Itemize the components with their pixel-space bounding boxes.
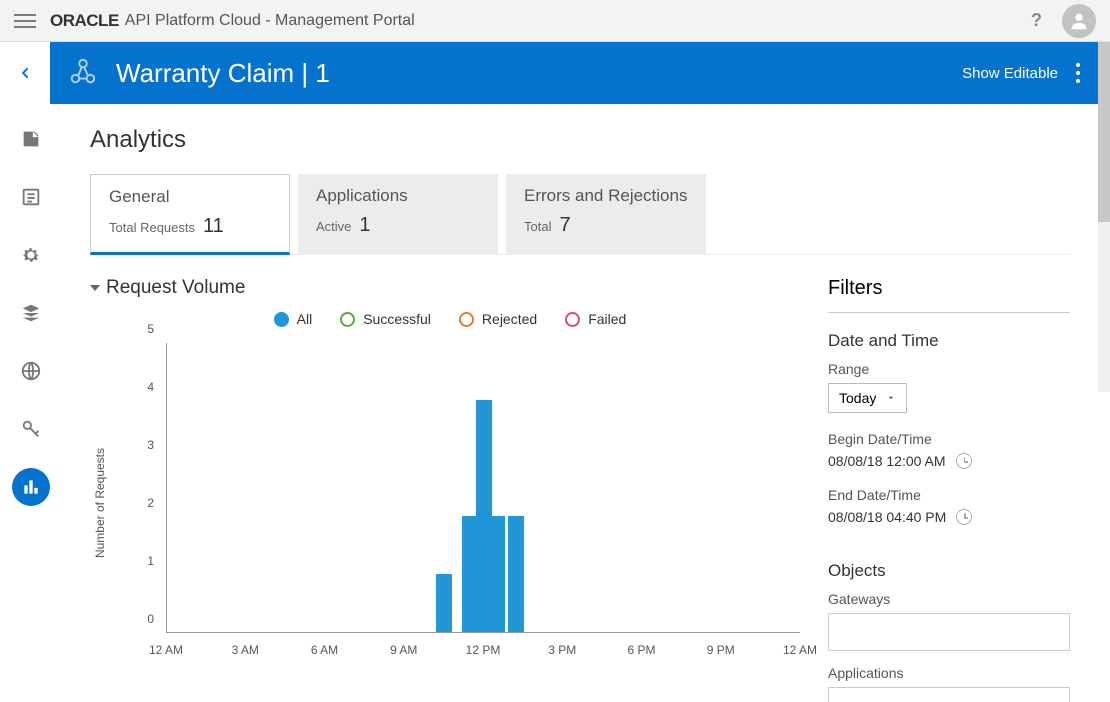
- tab-subtext: Active1: [316, 214, 480, 237]
- product-name: API Platform Cloud - Management Portal: [125, 12, 415, 30]
- x-tick: 9 AM: [390, 643, 417, 657]
- end-label: End Date/Time: [828, 487, 1070, 503]
- topbar: ORACLE API Platform Cloud - Management P…: [0, 0, 1110, 42]
- avatar[interactable]: [1062, 4, 1096, 38]
- range-select[interactable]: Today: [828, 383, 907, 413]
- tab-general[interactable]: General Total Requests11: [90, 174, 290, 255]
- tab-applications[interactable]: Applications Active1: [298, 174, 498, 254]
- begin-value[interactable]: 08/08/18 12:00 AM: [828, 453, 1070, 469]
- filters-title: Filters: [828, 277, 1070, 313]
- tab-errors[interactable]: Errors and Rejections Total7: [506, 174, 706, 254]
- begin-label: Begin Date/Time: [828, 431, 1070, 447]
- clock-icon: [956, 509, 972, 525]
- nav-globe-icon[interactable]: [12, 352, 50, 390]
- y-tick: 1: [130, 554, 160, 568]
- page-title: Analytics: [90, 126, 1070, 154]
- filters-panel: Filters Date and Time Range Today Begin …: [810, 277, 1070, 702]
- x-tick: 6 AM: [311, 643, 338, 657]
- x-tick: 9 PM: [707, 643, 735, 657]
- request-volume-chart: Number of Requests 012345 12 AM3 AM6 AM9…: [130, 343, 800, 663]
- applications-label: Applications: [828, 665, 1070, 681]
- help-icon[interactable]: ?: [1031, 10, 1042, 31]
- tab-label: Errors and Rejections: [524, 186, 688, 206]
- menu-icon[interactable]: [14, 10, 36, 32]
- api-icon: [68, 56, 98, 91]
- header-bar: Warranty Claim | 1 Show Editable: [50, 42, 1098, 104]
- legend-successful[interactable]: Successful: [340, 311, 431, 327]
- nav-analytics-icon[interactable]: [12, 468, 50, 506]
- scrollbar-thumb[interactable]: [1098, 42, 1110, 222]
- y-axis-label: Number of Requests: [93, 448, 107, 558]
- nav-list-icon[interactable]: [12, 178, 50, 216]
- nav-layers-icon[interactable]: [12, 294, 50, 332]
- filters-date-section: Date and Time: [828, 331, 1070, 351]
- main-content: Analytics General Total Requests11 Appli…: [62, 104, 1098, 702]
- range-label: Range: [828, 361, 1070, 377]
- chart-section-title[interactable]: Request Volume: [90, 277, 810, 299]
- y-tick: 3: [130, 438, 160, 452]
- tab-subtext: Total7: [524, 214, 688, 237]
- y-tick: 2: [130, 496, 160, 510]
- show-editable-link[interactable]: Show Editable: [962, 65, 1058, 82]
- brand-logo: ORACLE: [50, 11, 119, 31]
- nav-key-icon[interactable]: [12, 410, 50, 448]
- applications-input[interactable]: [828, 687, 1070, 702]
- y-tick: 5: [130, 322, 160, 336]
- chart-legend: All Successful Rejected Failed: [90, 311, 810, 327]
- filters-objects-section: Objects: [828, 561, 1070, 581]
- clock-icon: [956, 453, 972, 469]
- legend-all[interactable]: All: [274, 311, 313, 327]
- nav-edit-icon[interactable]: [12, 120, 50, 158]
- analytics-tabs: General Total Requests11 Applications Ac…: [90, 174, 1070, 255]
- legend-rejected[interactable]: Rejected: [459, 311, 537, 327]
- x-tick: 6 PM: [627, 643, 655, 657]
- chart-bar[interactable]: [436, 574, 452, 632]
- y-tick: 0: [130, 612, 160, 626]
- chevron-down-icon: [886, 393, 896, 403]
- tab-label: General: [109, 187, 271, 207]
- chart-bar[interactable]: [489, 516, 505, 632]
- gateways-label: Gateways: [828, 591, 1070, 607]
- collapse-icon[interactable]: [90, 285, 100, 291]
- y-tick: 4: [130, 380, 160, 394]
- nav-gear-icon[interactable]: [12, 236, 50, 274]
- chart-bar[interactable]: [508, 516, 524, 632]
- x-tick: 12 AM: [783, 643, 817, 657]
- x-tick: 3 AM: [232, 643, 259, 657]
- x-tick: 3 PM: [548, 643, 576, 657]
- x-tick: 12 AM: [149, 643, 183, 657]
- gateways-input[interactable]: [828, 613, 1070, 651]
- x-tick: 12 PM: [466, 643, 501, 657]
- end-value[interactable]: 08/08/18 04:40 PM: [828, 509, 1070, 525]
- more-menu-icon[interactable]: [1076, 63, 1080, 83]
- tab-subtext: Total Requests11: [109, 215, 271, 238]
- left-nav: [0, 104, 62, 506]
- tab-label: Applications: [316, 186, 480, 206]
- legend-failed[interactable]: Failed: [565, 311, 626, 327]
- page-header-title: Warranty Claim | 1: [116, 58, 330, 89]
- back-button[interactable]: [0, 42, 50, 104]
